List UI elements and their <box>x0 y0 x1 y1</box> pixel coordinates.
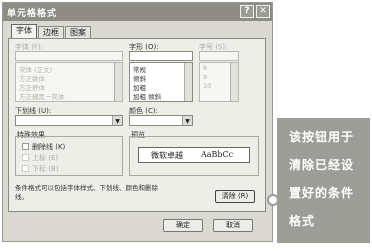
size-input[interactable] <box>199 51 239 61</box>
color-select[interactable]: ▼ <box>129 115 193 126</box>
subscript-checkbox[interactable] <box>22 165 29 172</box>
preview-sample-cn: 微软卓越 <box>151 151 183 160</box>
cancel-button[interactable]: 取消 <box>213 219 253 232</box>
list-item[interactable]: 10 <box>203 82 211 90</box>
ok-button[interactable]: 确定 <box>163 219 203 232</box>
strikethrough-checkbox[interactable] <box>22 143 29 150</box>
chevron-down-icon[interactable]: ▼ <box>182 116 192 125</box>
chevron-down-icon[interactable]: ▼ <box>112 116 122 125</box>
callout-line-3: 置好的条件 <box>289 186 355 200</box>
info-text: 条件格式可以包括字体样式、下划线、颜色和删除 <box>15 184 158 192</box>
tab-font[interactable]: 字体 <box>11 24 37 39</box>
size-list[interactable]: 8 9 10 <box>199 62 239 102</box>
preview-box: 微软卓越 AaBbCc <box>138 147 250 163</box>
list-item[interactable]: 方正细黑一简体 <box>19 91 65 101</box>
font-list-scrollbar[interactable] <box>114 63 122 101</box>
subscript-label: 下标 (B) <box>32 165 59 173</box>
size-list-scrollbar[interactable] <box>230 63 238 101</box>
font-input[interactable] <box>15 51 123 61</box>
format-cells-dialog: 单元格格式 ? ✕ 字体 边框 图案 字体 (F): 宋体 (正文) 方正姚体 … <box>2 2 273 242</box>
list-item[interactable]: 9 <box>203 73 207 81</box>
help-button[interactable]: ? <box>240 5 254 18</box>
strikethrough-label: 删除线 (K) <box>32 143 66 151</box>
underline-select[interactable]: ▼ <box>15 115 123 126</box>
style-list-scrollbar[interactable] <box>184 63 192 101</box>
callout-line-4: 格式 <box>289 214 316 228</box>
superscript-label: 上标 (E) <box>32 154 59 162</box>
tab-pattern[interactable]: 图案 <box>65 26 91 38</box>
close-button[interactable]: ✕ <box>256 5 270 18</box>
style-list[interactable]: 常规 倾斜 加粗 加粗 倾斜 <box>129 62 193 102</box>
font-list[interactable]: 宋体 (正文) 方正姚体 方正舒体 方正细黑一简体 <box>15 62 123 102</box>
clear-button[interactable]: 清除 (R) <box>215 190 255 203</box>
effects-group: 删除线 (K) 上标 (E) 下标 (B) <box>15 136 123 176</box>
callout-line-2: 清除已经设 <box>289 158 355 172</box>
info-text-continued: 线。 <box>15 193 28 201</box>
font-tab-panel: 字体 (F): 宋体 (正文) 方正姚体 方正舒体 方正细黑一简体 字形 (O)… <box>8 38 266 212</box>
annotation-callout: 该按钮用于 清除已经设 置好的条件 格式 <box>277 118 370 243</box>
list-item[interactable]: 加粗 倾斜 <box>133 91 161 101</box>
superscript-checkbox[interactable] <box>22 154 29 161</box>
style-input[interactable] <box>129 51 193 61</box>
dialog-title: 单元格格式 <box>7 9 58 19</box>
preview-group: 微软卓越 AaBbCc <box>129 136 259 176</box>
title-bar: 单元格格式 ? ✕ <box>3 3 272 21</box>
list-item[interactable]: 8 <box>203 64 207 72</box>
preview-sample-en: AaBbCc <box>201 150 234 159</box>
tab-border[interactable]: 边框 <box>38 26 64 38</box>
callout-line-1: 该按钮用于 <box>289 130 355 144</box>
